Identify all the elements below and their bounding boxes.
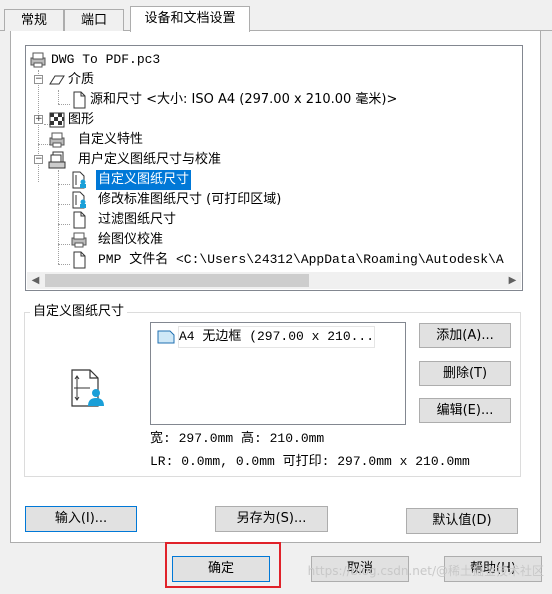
plotter-icon [49,132,65,148]
import-button[interactable]: 输入(I)... [25,506,137,532]
watermark: https://blog.csdn.net/@稀土掘金技术社区 [307,564,544,578]
group-title: 自定义图纸尺寸 [30,300,128,319]
modify-paper-icon [72,191,86,209]
tree-connector [58,224,70,225]
tree-connector [58,104,70,105]
list-item-label: A4 无边框 (297.00 x 210... [179,327,375,347]
tab-device-document-settings[interactable]: 设备和文档设置 [130,6,250,32]
document-icon [73,91,86,109]
settings-tree[interactable]: DWG To PDF.pc3 − 介质 源和尺寸 <大小: ISO A4 (29… [25,45,523,291]
tree-label: 介质 [68,72,95,87]
tree-connector [58,244,70,245]
tab-ports[interactable]: 端口 [64,9,124,31]
tab-general[interactable]: 常规 [4,9,64,31]
tree-label: 源和尺寸 <大小: ISO A4 (297.00 x 210.00 毫米)> [90,92,398,107]
tree-label: 用户定义图纸尺寸与校准 [78,152,222,167]
tree-connector [58,90,59,104]
scroll-left-icon[interactable]: ◀ [27,272,44,289]
delete-button[interactable]: 删除(T) [419,361,511,386]
tree-connector [58,204,70,205]
document-icon [73,211,86,229]
add-button[interactable]: 添加(A)... [419,323,511,348]
collapse-icon[interactable]: − [34,155,43,164]
scroll-right-icon[interactable]: ▶ [504,272,521,289]
paper-size-list[interactable]: A4 无边框 (297.00 x 210... [150,322,406,425]
collapse-icon[interactable]: − [34,75,43,84]
tree-connector [58,264,70,265]
media-icon [49,75,65,85]
tree-label: DWG To PDF.pc3 [51,52,161,67]
highlight-box [165,542,281,588]
tree-label: PMP 文件名 <C:\Users\24312\AppData\Roaming\… [98,252,504,267]
save-as-button[interactable]: 另存为(S)... [215,506,328,532]
horizontal-scrollbar[interactable]: ◀ ▶ [27,272,521,289]
defaults-button[interactable]: 默认值(D) [406,508,518,534]
scrollbar-thumb[interactable] [45,274,309,287]
size-info: 宽: 297.0mm 高: 210.0mm [150,431,325,446]
expand-icon[interactable]: + [34,115,43,124]
plotter-icon [30,52,46,68]
plotter-icon [71,232,87,248]
paper-item-icon [157,330,175,344]
tree-connector [58,184,70,185]
tree-label: 自定义特性 [78,132,144,147]
edit-button[interactable]: 编辑(E)... [419,398,511,423]
tree-label: 自定义图纸尺寸 [96,170,192,190]
tree-connector [38,70,39,182]
margin-info: LR: 0.0mm, 0.0mm 可打印: 297.0mm x 210.0mm [150,454,470,469]
tree-label: 绘图仪校准 [98,232,164,247]
document-icon [73,251,86,269]
paper-stack-icon [48,151,66,169]
custom-paper-icon [72,171,86,189]
tree-label: 修改标准图纸尺寸 (可打印区域) [98,192,282,207]
custom-paper-size-icon [71,369,104,407]
graphics-icon [49,112,65,128]
tree-label: 过滤图纸尺寸 [98,212,177,227]
tree-label: 图形 [68,112,95,127]
